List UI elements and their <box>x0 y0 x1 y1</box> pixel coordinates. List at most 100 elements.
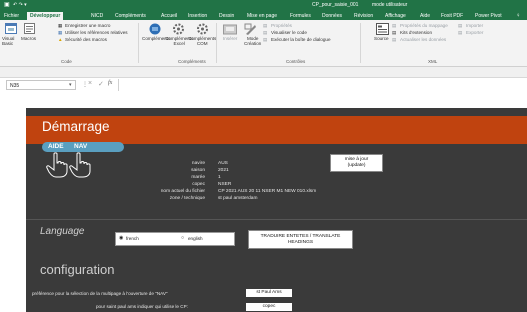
tab-aide[interactable]: Aide <box>420 12 430 20</box>
extension-packs-icon: ▤ <box>392 30 397 35</box>
tab-dessin[interactable]: Dessin <box>219 12 234 20</box>
field-label-zone: zone / technique <box>169 196 205 201</box>
extension-packs-button[interactable]: Kits d'extension <box>400 30 432 35</box>
cp-user-label: pour saint paul ams indiquer qui utilise… <box>96 304 188 309</box>
tab-foxit-pdf[interactable]: Foxit PDF <box>441 12 463 20</box>
field-value-copec[interactable]: NSER <box>218 182 231 187</box>
tab-developpeur[interactable]: Développeur <box>27 12 64 20</box>
relative-references-icon: ▦ <box>58 30 63 35</box>
excel-addins-icon[interactable] <box>172 23 185 35</box>
nav-button[interactable]: NAV <box>74 143 87 150</box>
cp-user-value[interactable]: copec <box>246 303 292 311</box>
group-label-controles: Contrôles <box>286 59 306 64</box>
tab-mise-en-page[interactable]: Mise en page <box>247 12 277 20</box>
map-properties-icon: ▤ <box>392 23 397 28</box>
section-divider <box>26 219 527 220</box>
field-value-saison[interactable]: 2021 <box>218 168 229 173</box>
name-box[interactable]: N35 <box>6 80 76 90</box>
map-properties-button[interactable]: Propriétés du mappage <box>400 23 448 28</box>
record-macro-button[interactable]: Enregistrer une macro <box>65 23 110 28</box>
aide-button[interactable]: AIDE <box>48 143 64 150</box>
properties-icon: ▤ <box>263 23 268 28</box>
hand-pointer-icon[interactable] <box>46 152 68 178</box>
field-label-maree: marée <box>191 175 205 180</box>
visual-basic-icon[interactable] <box>5 23 17 34</box>
properties-button[interactable]: Propriétés <box>271 23 292 28</box>
lightbulb-icon[interactable]: ♀ <box>516 12 521 20</box>
ribbon-tabs: Fichier Développeur NICD Compléments Acc… <box>0 11 527 20</box>
import-button[interactable]: Importer <box>466 23 483 28</box>
warning-icon: ▲ <box>58 37 63 42</box>
export-icon: ▤ <box>458 30 463 35</box>
language-heading: Language <box>40 226 85 237</box>
tab-donnees[interactable]: Données <box>322 12 342 20</box>
view-code-button[interactable]: Visualiser le code <box>271 30 307 35</box>
field-label-navire: navire <box>191 161 205 166</box>
addins-icon[interactable] <box>148 23 162 35</box>
group-divider <box>360 23 361 63</box>
page-title: Démarrage <box>42 119 110 134</box>
design-mode-icon[interactable] <box>244 23 257 35</box>
tab-power-pivot[interactable]: Power Pivot <box>475 12 502 20</box>
window-title: CP_pour_saisie_001 <box>312 2 359 8</box>
update-button[interactable]: mise à jour (update) <box>330 154 383 172</box>
insert-control-button[interactable]: Insérer <box>223 36 237 41</box>
tab-insertion[interactable]: Insertion <box>188 12 207 20</box>
window-mode: mode utilisateur <box>372 2 408 8</box>
refresh-data-button[interactable]: Actualiser les données <box>400 37 446 42</box>
group-label-code: Code <box>61 59 72 64</box>
cancel-icon[interactable]: × <box>88 80 92 87</box>
multipage-preference-label: préférence pour la sélection de la multi… <box>32 291 168 296</box>
run-dialog-icon: ▤ <box>263 37 268 42</box>
radio-english-label[interactable]: english <box>188 236 203 241</box>
title-bar: ▣ ↶ ↷ ▾ CP_pour_saisie_001 mode utilisat… <box>0 0 527 11</box>
tab-formules[interactable]: Formules <box>290 12 311 20</box>
group-label-xml: XML <box>428 59 438 64</box>
refresh-data-icon: ▤ <box>392 37 397 42</box>
field-label-saison: saison <box>191 168 205 173</box>
field-label-copec: copec <box>192 182 205 187</box>
tab-fichier[interactable]: Fichier <box>4 12 19 20</box>
radio-french-label[interactable]: french <box>126 236 139 241</box>
xml-source-icon[interactable] <box>376 23 389 35</box>
insert-control-icon[interactable] <box>223 23 237 35</box>
tab-accueil[interactable]: Accueil <box>161 12 177 20</box>
confirm-icon[interactable]: ✓ <box>98 80 104 88</box>
import-icon: ▤ <box>458 23 463 28</box>
formula-input[interactable] <box>118 79 527 91</box>
quick-access-toolbar[interactable]: ↶ ↷ ▾ <box>13 2 27 8</box>
name-box-dropdown-icon[interactable]: ▾ <box>69 82 72 88</box>
tab-revision[interactable]: Révision <box>354 12 373 20</box>
configuration-heading: configuration <box>40 262 115 277</box>
ribbon: Visual Basic Macros ▦ Enregistrer une ma… <box>0 20 527 67</box>
record-macro-icon: ▦ <box>58 23 63 28</box>
macro-security-button[interactable]: Sécurité des macros <box>65 37 107 42</box>
relative-references-button[interactable]: Utiliser les références relatives <box>65 30 128 35</box>
macros-icon[interactable] <box>24 23 35 34</box>
group-label-complements: Compléments <box>178 59 206 64</box>
insert-function-icon[interactable]: fx <box>108 80 112 86</box>
field-value-filename[interactable]: CP 2021 AUS 20 11 NSER M1 NEW 010.xlsm <box>218 189 316 194</box>
macros-button[interactable]: Macros <box>21 36 36 41</box>
tab-complements[interactable]: Compléments <box>115 12 146 20</box>
com-addins-icon[interactable] <box>196 23 209 35</box>
field-value-maree[interactable]: 1 <box>218 175 221 180</box>
save-icon[interactable]: ▣ <box>4 1 10 8</box>
tab-nicd[interactable]: NICD <box>91 12 103 20</box>
multipage-preference-value[interactable]: st Paul Ams <box>246 289 292 297</box>
radio-english-icon[interactable]: ○ <box>181 235 184 241</box>
field-label-filename: nom actuel du fichier <box>160 189 205 194</box>
xml-source-button[interactable]: Source <box>374 36 389 41</box>
field-value-navire[interactable]: AUS <box>218 161 228 166</box>
design-mode-button[interactable]: Mode Création <box>244 36 261 46</box>
field-value-zone[interactable]: st paul amsterdam <box>218 196 257 201</box>
run-dialog-button[interactable]: Exécuter la boîte de dialogue <box>271 37 331 42</box>
tab-affichage[interactable]: Affichage <box>385 12 406 20</box>
visual-basic-button[interactable]: Visual Basic <box>2 36 14 46</box>
export-button[interactable]: Exporter <box>466 30 483 35</box>
group-divider <box>138 23 139 63</box>
group-divider <box>216 23 217 63</box>
translate-headings-button[interactable]: TRADUIRE ENTETES / TRANSLATE HEADINGS <box>248 230 353 249</box>
com-addins-button[interactable]: Compléments COM <box>188 36 216 46</box>
radio-french-icon[interactable]: ◉ <box>119 235 123 241</box>
